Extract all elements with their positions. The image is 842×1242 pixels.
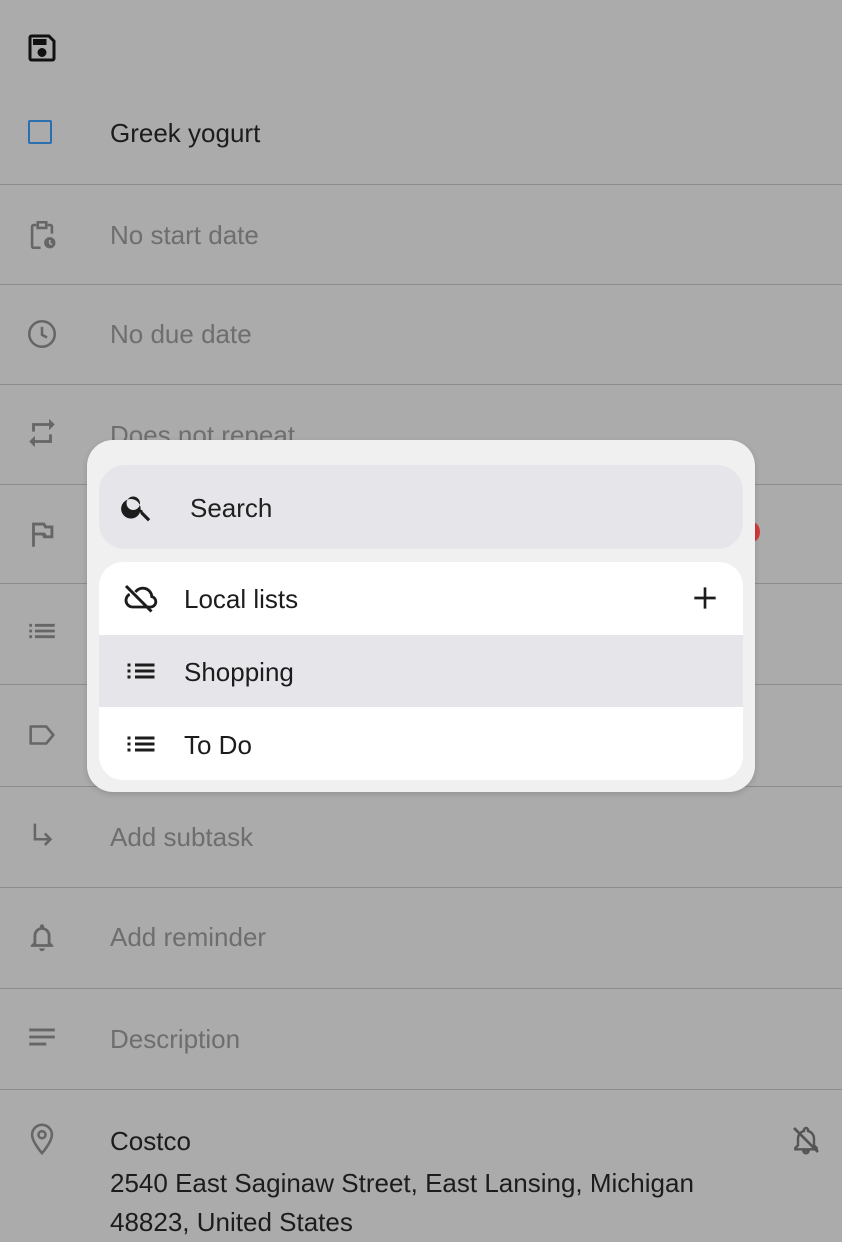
location-row[interactable]: Costco 2540 East Saginaw Street, East La… [0,1090,842,1237]
description-label: Description [110,1024,241,1054]
flag-icon [25,517,59,551]
due-date-row[interactable]: No due date [0,285,842,385]
completion-checkbox[interactable] [28,120,52,144]
location-address: 2540 East Saginaw Street, East Lansing, … [110,1168,694,1237]
description-row[interactable]: Description [0,990,842,1090]
add-reminder-label: Add reminder [110,922,267,952]
list-item-shopping[interactable]: Shopping [99,635,743,707]
repeat-icon [25,416,59,450]
lists-card: Local lists Shopping To Do [99,562,743,780]
search-icon [119,489,155,525]
list-icon [121,726,161,762]
add-subtask-row[interactable]: Add subtask [0,788,842,888]
label-icon [25,718,59,752]
task-title[interactable]: Greek yogurt [110,118,260,149]
add-reminder-row[interactable]: Add reminder [0,888,842,989]
list-item-to-do[interactable]: To Do [99,708,743,780]
cloud-off-icon [121,580,161,616]
bell-icon [25,920,59,954]
add-subtask-label: Add subtask [110,822,254,852]
notes-icon [25,1020,59,1054]
location-pin-icon [25,1122,59,1156]
list-item-label: To Do [184,730,252,760]
bell-off-icon[interactable] [790,1124,822,1156]
save-icon[interactable] [24,30,60,66]
start-date-label: No start date [110,220,259,250]
calendar-clock-icon [25,218,59,252]
list-picker-dialog: Search Local lists Shopping To Do [87,440,755,792]
clock-icon [25,317,59,351]
task-title-row: Greek yogurt [0,90,842,185]
list-item-label: Shopping [184,657,294,687]
start-date-row[interactable]: No start date [0,186,842,285]
subdirectory-arrow-icon [25,818,59,852]
due-date-label: No due date [110,319,252,349]
list-icon [25,614,59,648]
search-placeholder: Search [190,493,273,523]
local-lists-header: Local lists [99,562,743,634]
list-icon [121,653,161,689]
local-lists-label: Local lists [184,584,299,614]
location-name: Costco [110,1126,191,1156]
search-field[interactable]: Search [99,465,743,549]
add-list-button[interactable] [689,582,721,614]
